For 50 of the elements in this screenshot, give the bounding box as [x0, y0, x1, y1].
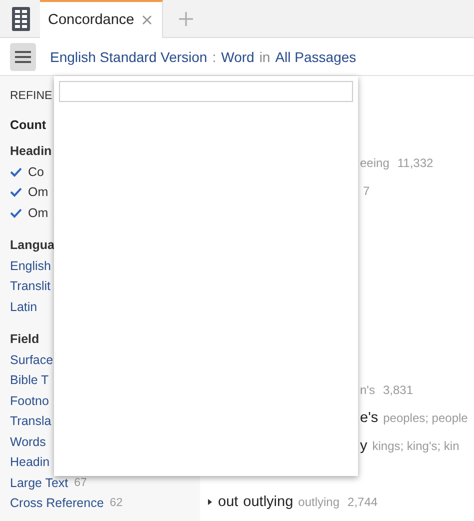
word-forms: eeing — [360, 156, 390, 170]
filter-link[interactable]: Transla — [10, 414, 52, 428]
filter-option[interactable]: Co — [28, 164, 44, 179]
expand-triangle-icon[interactable] — [207, 499, 213, 505]
sidebar-heading: Langua — [10, 237, 56, 254]
sidebar-heading: Headin — [10, 143, 53, 160]
filter-link[interactable]: Bible T — [10, 373, 49, 388]
filter-link[interactable]: Translit — [10, 279, 51, 294]
filter-link[interactable]: Cross Reference — [10, 496, 104, 510]
filter-link[interactable]: Latin — [10, 300, 38, 314]
lemma-text[interactable]: out — [218, 494, 238, 510]
checkmark-icon[interactable] — [10, 166, 22, 177]
filter-link[interactable]: Footno — [10, 394, 49, 408]
search-field[interactable] — [59, 81, 353, 102]
breadcrumb-separator: in — [259, 48, 270, 64]
sidebar-title: REFINE — [10, 89, 54, 104]
close-icon[interactable] — [142, 14, 152, 24]
word-forms: outlying — [298, 495, 340, 509]
filter-option[interactable]: Om — [28, 206, 48, 220]
breadcrumb-link[interactable]: English Standard Version — [50, 48, 208, 64]
filter-link[interactable]: English — [10, 258, 51, 273]
grid-document-icon[interactable] — [12, 6, 30, 30]
occurrence-count: 2,744 — [348, 495, 378, 509]
word-forms: n's — [360, 383, 375, 397]
occurrence-count: 3,831 — [382, 383, 413, 397]
checkmark-icon[interactable] — [10, 187, 22, 198]
filter-link[interactable]: Surface — [10, 352, 54, 367]
word-text[interactable]: y — [360, 438, 368, 454]
sidebar-heading: Count — [10, 116, 48, 134]
filter-link[interactable]: Large Text — [10, 476, 68, 490]
word-text[interactable]: e's — [360, 410, 378, 426]
sidebar-heading: Field — [10, 331, 40, 348]
checkmark-icon[interactable] — [10, 208, 22, 218]
word-text[interactable]: outlying — [243, 494, 294, 510]
breadcrumb-link[interactable]: Word — [221, 48, 254, 64]
occurrence-count: 7 — [363, 184, 370, 198]
tab-label: Concordance — [48, 12, 134, 28]
filter-link[interactable]: Headin — [10, 455, 50, 470]
menu-icon — [15, 50, 31, 62]
filter-count: 67 — [74, 476, 87, 489]
occurrence-count: 11,332 — [397, 156, 434, 170]
word-forms: kings; king's; kin — [372, 439, 460, 453]
breadcrumb-separator: : — [212, 48, 216, 64]
tab[interactable]: Concordance — [40, 0, 164, 38]
menu-button[interactable] — [10, 42, 36, 70]
filter-count: 62 — [110, 497, 123, 510]
filter-link[interactable]: Words — [10, 434, 46, 449]
word-forms: peoples; people — [383, 411, 468, 425]
breadcrumb-link[interactable]: All Passages — [275, 48, 356, 64]
filter-option[interactable]: Om — [28, 185, 48, 200]
